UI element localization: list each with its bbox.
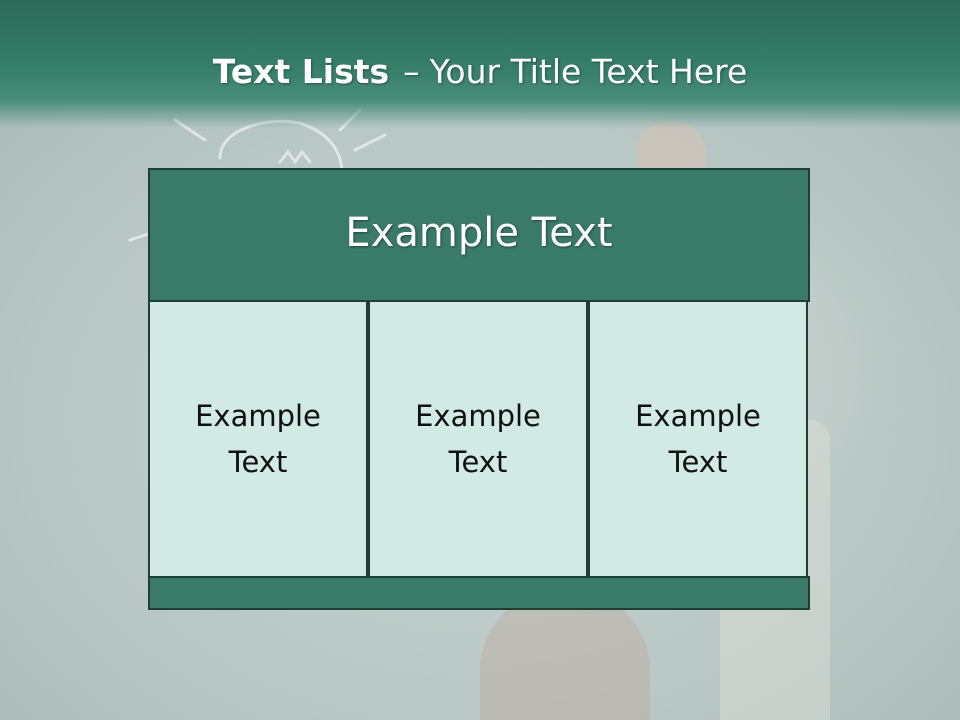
table-cell-3-text: Example Text bbox=[635, 399, 761, 479]
table-cell-2: Example Text bbox=[368, 300, 588, 578]
table-cell-1: Example Text bbox=[148, 300, 368, 578]
table-header-text: Example Text bbox=[345, 210, 613, 256]
table-cell-3: Example Text bbox=[588, 300, 808, 578]
slide-title: Text Lists – Your Title Text Here bbox=[0, 52, 960, 91]
table-header: Example Text bbox=[148, 168, 810, 302]
title-bold: Text Lists bbox=[212, 52, 390, 91]
table-footer bbox=[148, 576, 810, 610]
table-cell-2-text: Example Text bbox=[415, 399, 541, 479]
table-cell-1-text: Example Text bbox=[195, 399, 321, 479]
title-separator: – bbox=[403, 52, 420, 91]
title-rest: Your Title Text Here bbox=[429, 52, 748, 91]
text-list-table: Example Text Example Text Example Text E… bbox=[148, 168, 810, 610]
